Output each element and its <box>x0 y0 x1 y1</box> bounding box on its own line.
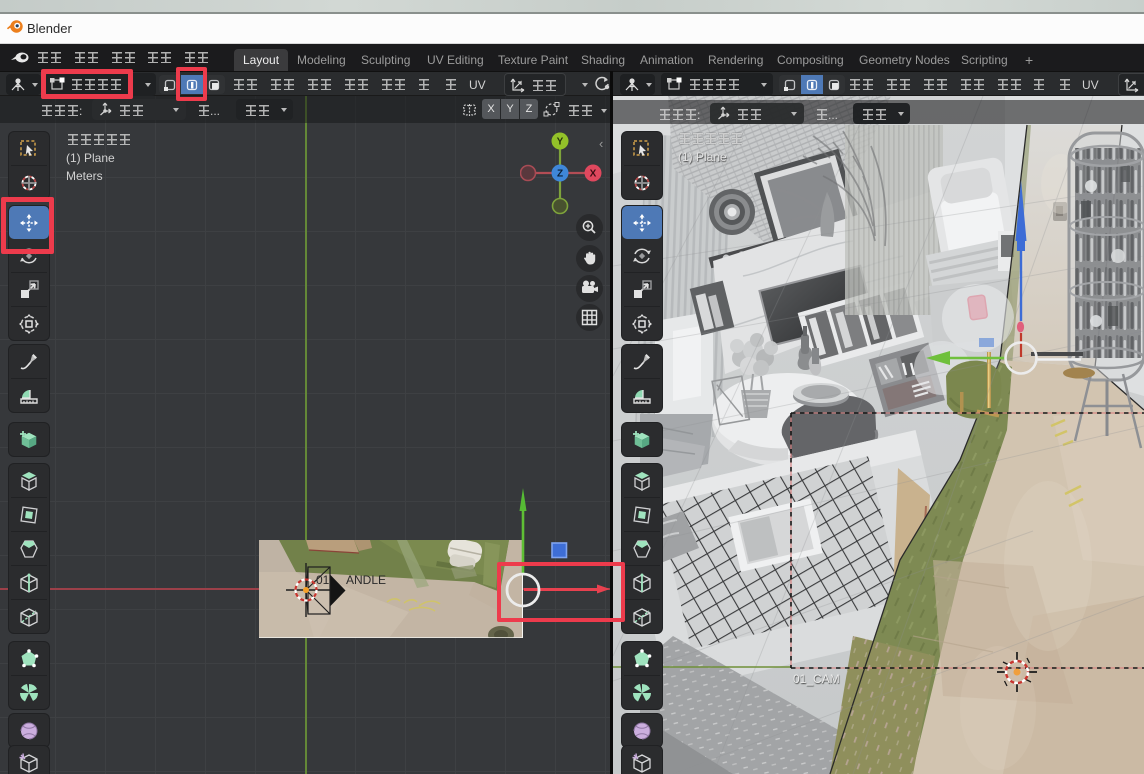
svg-text:X: X <box>590 169 597 180</box>
svg-text:Z: Z <box>557 169 563 180</box>
svg-text:Y: Y <box>557 137 564 148</box>
